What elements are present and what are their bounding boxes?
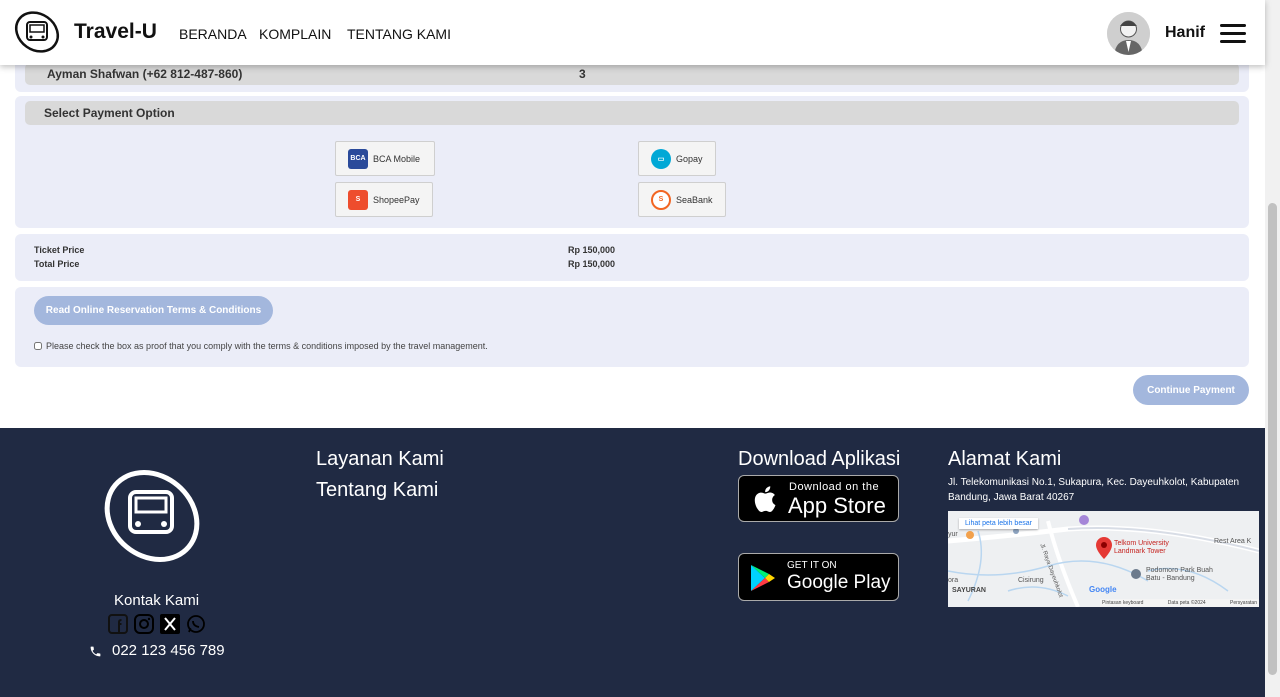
payment-option-shopeepay[interactable]: S ShopeePay (335, 182, 433, 217)
page: Travel-U BERANDA KOMPLAIN TENTANG KAMI H… (0, 0, 1280, 697)
payment-option-label: ShopeePay (373, 194, 420, 205)
play-big-text: Google Play (787, 572, 891, 593)
view-larger-map-link[interactable]: Lihat peta lebih besar (959, 518, 1038, 529)
download-title: Download Aplikasi (738, 448, 901, 470)
navbar: Travel-U BERANDA KOMPLAIN TENTANG KAMI H… (0, 0, 1265, 65)
payment-header: Select Payment Option (25, 101, 1239, 125)
map-data-credit: Data peta ©2024 (1167, 600, 1206, 606)
map-label: yur (948, 531, 958, 538)
payment-option-label: SeaBank (676, 194, 713, 205)
passenger-name: Ayman Shafwan (+62 812-487-860) (47, 67, 243, 81)
user-avatar-icon (1107, 12, 1150, 55)
payment-option-label: BCA Mobile (373, 153, 421, 164)
map-keyboard-shortcuts[interactable]: Pintasan keyboard (1102, 600, 1143, 606)
terms-checkbox-label: Please check the box as proof that you c… (46, 341, 488, 351)
payment-panel: Select Payment Option (15, 96, 1249, 228)
hamburger-menu-icon[interactable] (1220, 24, 1246, 44)
play-small-text: GET IT ON (787, 560, 837, 571)
nav-link-komplain[interactable]: KOMPLAIN (259, 26, 331, 42)
map-terms-link[interactable]: Persyaratan (1230, 600, 1257, 606)
contact-title: Kontak Kami (114, 592, 200, 609)
gopay-icon: ▭ (651, 148, 671, 169)
embedded-map[interactable]: Lihat peta lebih besar Telkom University… (948, 511, 1259, 607)
payment-option-gopay[interactable]: ▭ Gopay (638, 141, 716, 176)
contact-phone[interactable]: 022 123 456 789 (112, 643, 225, 658)
bca-mobile-icon: BCA (348, 148, 368, 169)
map-label: Rest Area K (1214, 538, 1252, 545)
map-place-label: Telkom University Landmark Tower (1114, 540, 1169, 555)
total-price-label: Total Price (34, 259, 80, 269)
appstore-small-text: Download on the (789, 481, 880, 493)
brand-name[interactable]: Travel-U (74, 20, 157, 44)
google-play-badge[interactable]: GET IT ON Google Play (738, 553, 899, 601)
username[interactable]: Hanif (1165, 24, 1205, 42)
address-text: Jl. Telekomunikasi No.1, Sukapura, Kec. … (948, 477, 1240, 503)
address-title: Alamat Kami (948, 448, 1062, 470)
facebook-icon[interactable] (108, 614, 128, 634)
phone-icon (90, 646, 101, 657)
map-pin-icon[interactable] (1096, 537, 1112, 559)
apple-icon (754, 486, 776, 512)
footer-link-tentang[interactable]: Tentang Kami (316, 479, 438, 502)
ticket-price-value: Rp 150,000 (568, 245, 616, 255)
payment-option-seabank[interactable]: S SeaBank (638, 182, 726, 217)
terms-checkbox-row[interactable]: Please check the box as proof that you c… (34, 341, 488, 351)
terms-checkbox[interactable] (34, 342, 42, 350)
page-scrollbar[interactable] (1265, 0, 1280, 697)
payment-option-bca-mobile[interactable]: BCA BCA Mobile (335, 141, 435, 176)
google-play-icon (751, 565, 775, 591)
payment-option-label: Gopay (676, 153, 703, 164)
instagram-icon[interactable] (134, 614, 154, 634)
appstore-big-text: App Store (788, 493, 886, 518)
map-label: ora (948, 577, 959, 584)
google-logo: Google (1089, 585, 1117, 594)
shopeepay-icon: S (348, 189, 368, 210)
travel-u-logo-icon[interactable] (12, 8, 62, 56)
continue-payment-button[interactable]: Continue Payment (1133, 375, 1249, 405)
footer-link-layanan[interactable]: Layanan Kami (316, 448, 444, 471)
map-label: SAYURAN (952, 587, 986, 594)
passenger-row: Ayman Shafwan (+62 812-487-860) 3 (25, 63, 1239, 85)
read-terms-button[interactable]: Read Online Reservation Terms & Conditio… (34, 296, 273, 325)
x-twitter-icon[interactable] (160, 614, 180, 634)
total-price-value: Rp 150,000 (568, 259, 616, 269)
seabank-icon: S (651, 189, 671, 210)
passenger-seat: 3 (579, 67, 586, 81)
whatsapp-icon[interactable] (186, 614, 206, 634)
payment-title: Select Payment Option (44, 106, 175, 120)
price-panel (15, 234, 1249, 281)
nav-link-tentang-kami[interactable]: TENTANG KAMI (347, 26, 451, 42)
app-store-badge[interactable]: Download on the App Store (738, 475, 899, 522)
scrollbar-thumb[interactable] (1268, 203, 1277, 675)
footer-logo-icon (104, 470, 200, 562)
nav-link-beranda[interactable]: BERANDA (179, 26, 247, 42)
avatar[interactable] (1107, 12, 1150, 55)
map-attribution-bar: Pintasan keyboard Data peta ©2024 Persya… (1100, 599, 1259, 607)
ticket-price-label: Ticket Price (34, 245, 85, 255)
map-label: Cisirung (1018, 577, 1044, 584)
map-label: Podomoro Park Buah Batu - Bandung (1146, 567, 1213, 582)
